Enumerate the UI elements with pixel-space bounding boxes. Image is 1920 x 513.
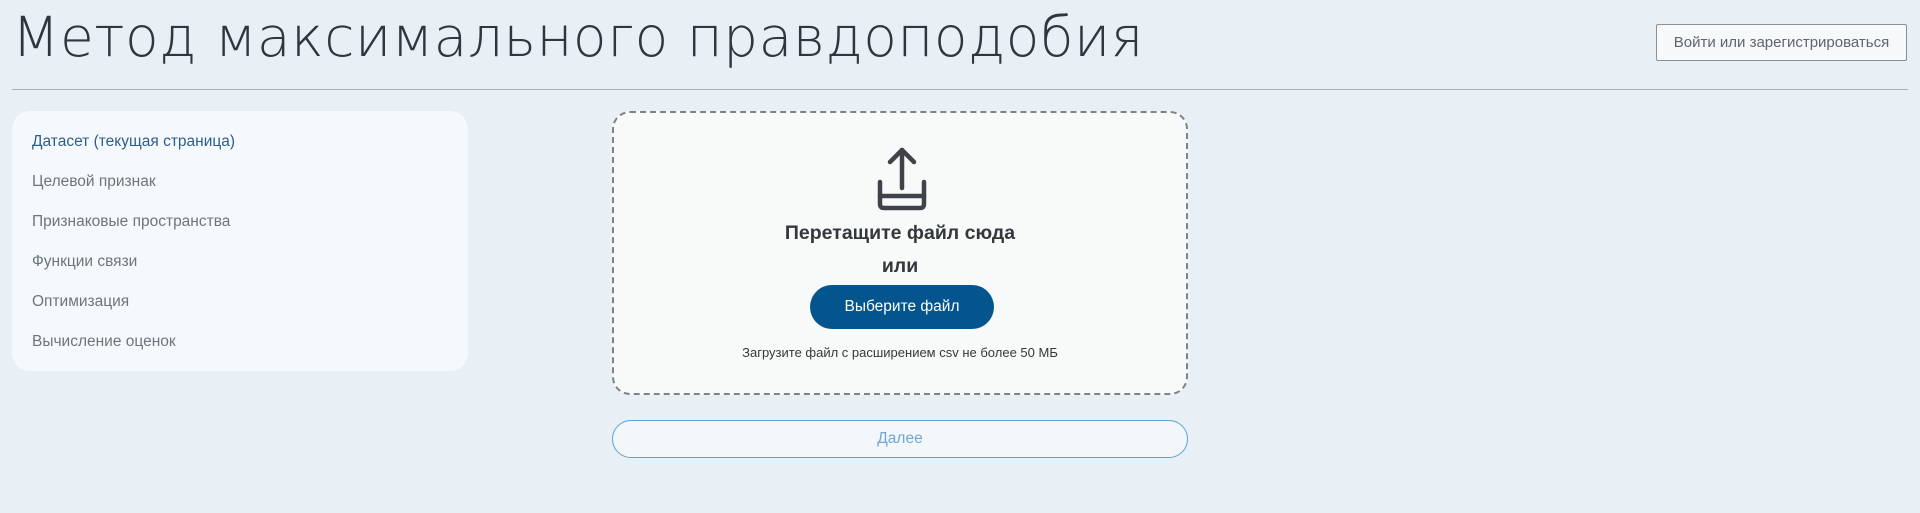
choose-file-button[interactable]: Выберите файл [810, 285, 994, 329]
dropzone-or: или [881, 255, 919, 277]
sidebar-item-optimization[interactable]: Оптимизация [12, 290, 468, 330]
page-title: Метод максимального правдоподобия [12, 5, 1144, 69]
sidebar-item-dataset[interactable]: Датасет (текущая страница) [12, 130, 468, 170]
upload-icon [868, 144, 936, 212]
file-dropzone[interactable]: Перетащите файл сюда или Выберите файл З… [612, 111, 1188, 395]
sidebar-item-target-feature[interactable]: Целевой признак [12, 170, 468, 210]
dropzone-title: Перетащите файл сюда [784, 222, 1016, 244]
next-button[interactable]: Далее [612, 420, 1188, 458]
dropzone-hint: Загрузите файл с расширением csv не боле… [742, 345, 1058, 360]
sidebar-item-estimates[interactable]: Вычисление оценок [12, 330, 468, 370]
header-divider [12, 89, 1908, 90]
sidebar-item-link-functions[interactable]: Функции связи [12, 250, 468, 290]
sidebar-nav: Датасет (текущая страница) Целевой призн… [12, 111, 468, 371]
sidebar-item-feature-spaces[interactable]: Признаковые пространства [12, 210, 468, 250]
login-button[interactable]: Войти или зарегистрироваться [1656, 24, 1907, 61]
